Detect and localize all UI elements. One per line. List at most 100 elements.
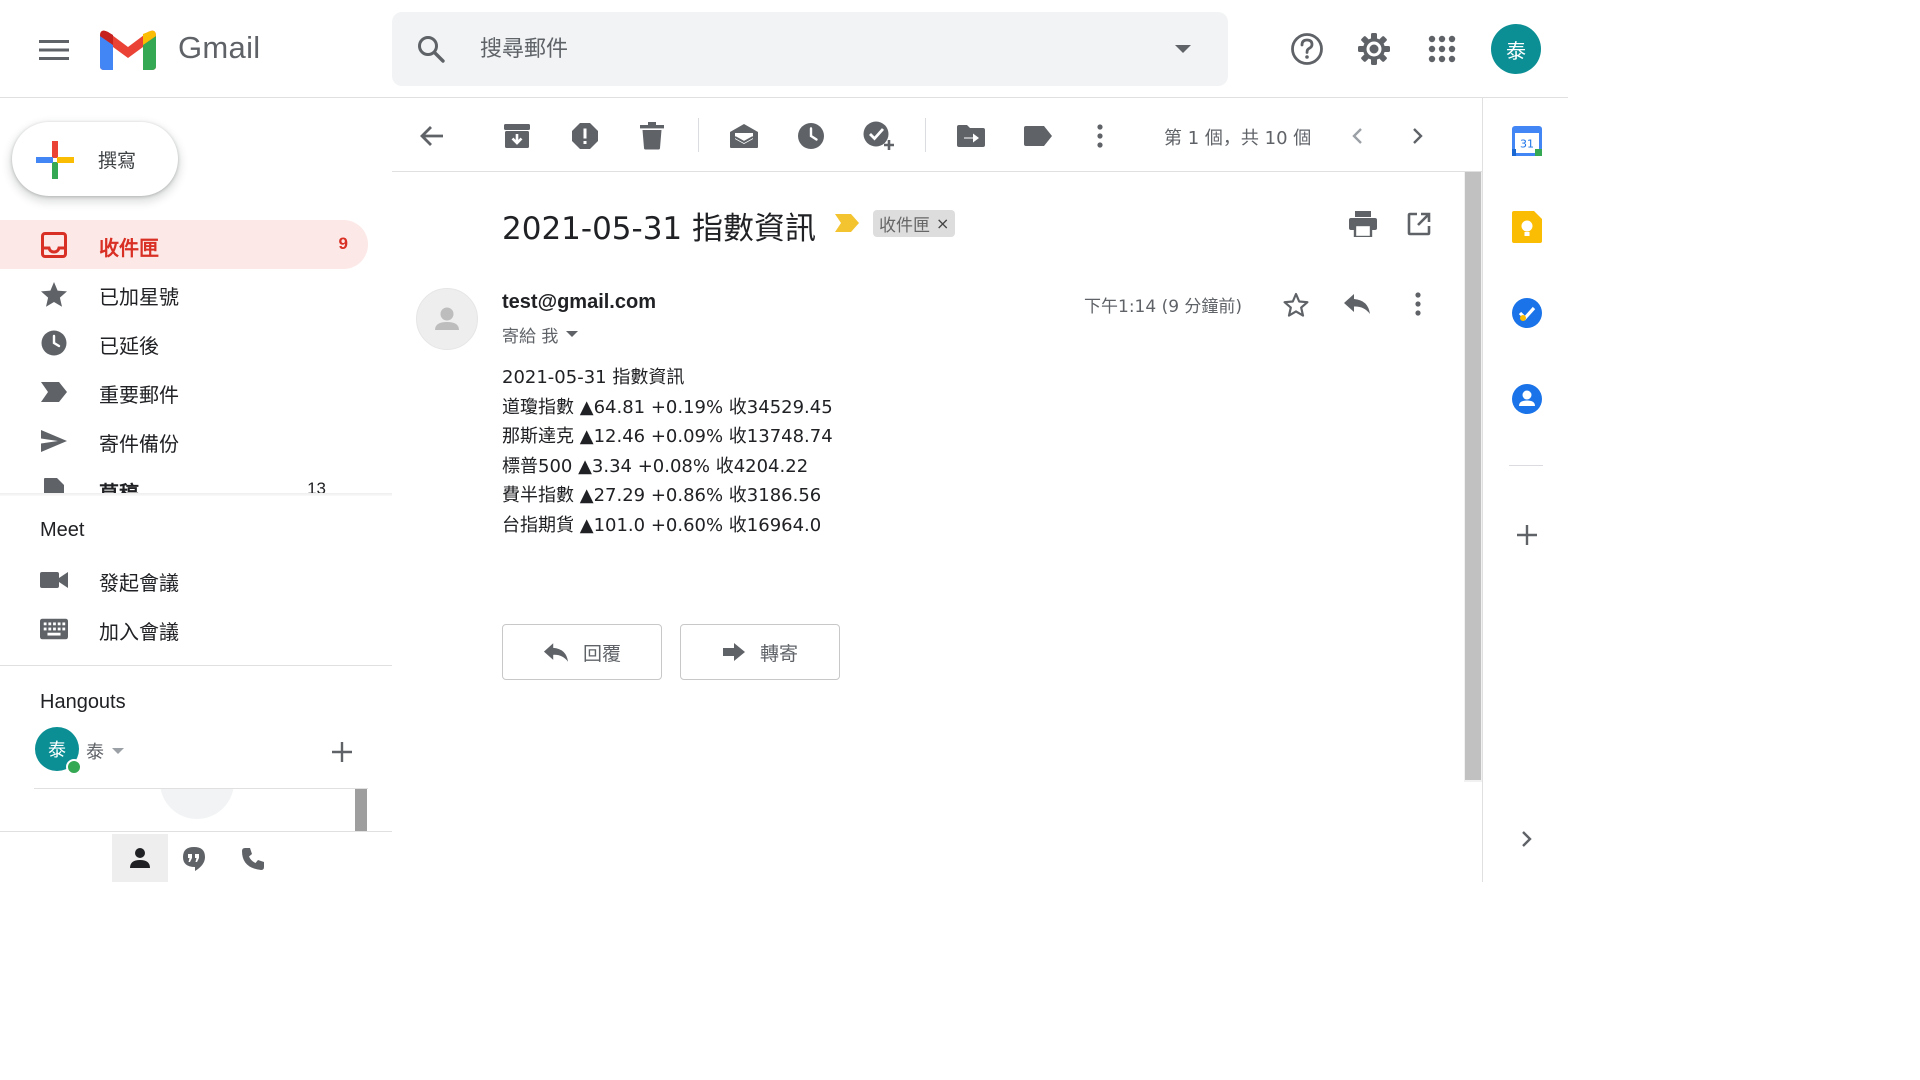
contacts-tab-button[interactable] [112,834,168,882]
meet-join-meeting[interactable]: 加入會議 [0,604,368,653]
compose-button[interactable]: 撰寫 [12,122,178,196]
keyboard-icon [40,618,68,640]
calendar-app-button[interactable]: 31 [1505,119,1549,163]
reply-button[interactable] [1336,283,1378,325]
phone-icon [242,848,264,870]
print-all-button[interactable] [1342,203,1384,245]
trash-icon [640,122,664,150]
search-bar[interactable] [392,12,1228,86]
apps-grid-icon [1428,35,1456,63]
google-apps-button[interactable] [1418,25,1466,73]
conversations-tab-button[interactable] [182,846,206,872]
sidebar-item-important[interactable]: 重要郵件 [0,367,368,416]
tasks-icon [1512,298,1542,328]
back-button[interactable] [410,114,454,158]
keep-icon [1512,211,1542,243]
toolbar-separator [925,118,926,152]
sidebar-item-sent[interactable]: 寄件備份 [0,416,368,465]
remove-label-button[interactable]: × [936,214,949,233]
clock-icon [41,330,67,356]
message-body: 2021-05-31 指數資訊 道瓊指數 ▲64.81 +0.19% 收3452… [502,363,833,540]
new-conversation-button[interactable] [330,740,354,764]
hangouts-bottom-divider [0,831,392,832]
star-icon [41,281,67,307]
snooze-button[interactable] [789,114,833,158]
labels-button[interactable] [1016,114,1060,158]
calendar-icon: 31 [1512,126,1542,156]
meet-new-meeting[interactable]: 發起會議 [0,555,368,604]
hangouts-scrollbar[interactable] [355,789,367,831]
main-menu-button[interactable] [28,25,80,75]
report-spam-button[interactable] [563,114,607,158]
arrow-back-icon [420,126,443,146]
get-addons-button[interactable] [1505,513,1549,557]
hangouts-user-menu[interactable]: 泰 [86,738,124,764]
search-input[interactable] [480,32,1120,66]
meet-section-title: Meet [40,519,85,541]
calendar-day: 31 [1520,138,1534,151]
help-icon [1291,33,1323,65]
default-person-icon [435,307,459,330]
reply-action-button[interactable]: 回覆 [502,624,662,680]
hangouts-section-title: Hangouts [40,691,126,713]
more-actions-button[interactable] [1078,114,1122,158]
add-to-tasks-button[interactable] [857,114,901,158]
online-status-dot [66,759,82,775]
move-to-button[interactable] [949,114,993,158]
sidebar-item-snoozed[interactable]: 已延後 [0,318,368,367]
inbox-icon [41,232,67,258]
older-button[interactable] [1396,114,1440,158]
keep-app-button[interactable] [1505,205,1549,249]
caret-down-icon [1175,45,1191,53]
search-options-button[interactable] [1174,44,1192,54]
meet-item-label: 發起會議 [99,571,179,595]
archive-button[interactable] [495,114,539,158]
folder-list-shadow [0,493,392,496]
toolbar-divider [392,171,1482,172]
sender-avatar[interactable] [416,288,478,350]
importance-marker[interactable] [834,213,860,233]
sidebar-item-drafts[interactable]: 草稿 13 [0,465,368,496]
mark-unread-button[interactable] [722,114,766,158]
settings-button[interactable] [1350,25,1398,73]
message-scrollbar-thumb[interactable] [1465,172,1481,780]
sender-email[interactable]: test@gmail.com [502,291,656,314]
open-new-window-button[interactable] [1398,203,1440,245]
label-chip-inbox[interactable]: 收件匣 × [873,210,956,237]
person-icon [130,848,150,868]
top-bar: Gmail 搜尋郵件 泰 [0,0,1568,98]
body-line: 那斯達克 ▲12.46 +0.09% 收13748.74 [502,426,833,447]
tasks-app-button[interactable] [1505,291,1549,335]
phone-tab-button[interactable] [240,846,266,872]
sidebar-divider [0,665,392,666]
chevron-right-icon [1522,831,1532,847]
sidebar-item-inbox[interactable]: 收件匣 9 [0,220,368,269]
newer-button[interactable] [1335,114,1379,158]
reply-action-label: 回覆 [582,642,621,665]
body-line: 台指期貨 ▲101.0 +0.60% 收16964.0 [502,514,822,536]
forward-action-button[interactable]: 轉寄 [680,624,840,680]
contacts-app-button[interactable] [1505,377,1549,421]
more-vert-icon [1415,292,1421,316]
important-marker-icon [835,214,859,232]
delete-button[interactable] [630,114,674,158]
body-line: 道瓊指數 ▲64.81 +0.19% 收34529.45 [502,396,833,418]
account-avatar[interactable]: 泰 [1491,24,1541,74]
search-button[interactable] [416,34,446,64]
gmail-logo[interactable] [100,28,156,70]
hide-side-panel-button[interactable] [1505,817,1549,861]
important-icon [41,382,67,402]
hangouts-user-name: 泰 [86,742,104,763]
sidebar-item-starred[interactable]: 已加星號 [0,269,368,318]
gmail-wordmark: Gmail [178,30,261,65]
star-button[interactable] [1275,283,1317,325]
recipients-toggle[interactable]: 寄給 我 [502,322,579,347]
hangouts-empty-illustration [160,789,234,819]
caret-down-icon [566,331,579,337]
message-more-button[interactable] [1397,283,1439,325]
toolbar-separator [698,118,699,152]
star-outline-icon [1283,292,1309,317]
support-button[interactable] [1283,25,1331,73]
more-vert-icon [1097,124,1103,148]
chevron-right-icon [1413,128,1423,144]
